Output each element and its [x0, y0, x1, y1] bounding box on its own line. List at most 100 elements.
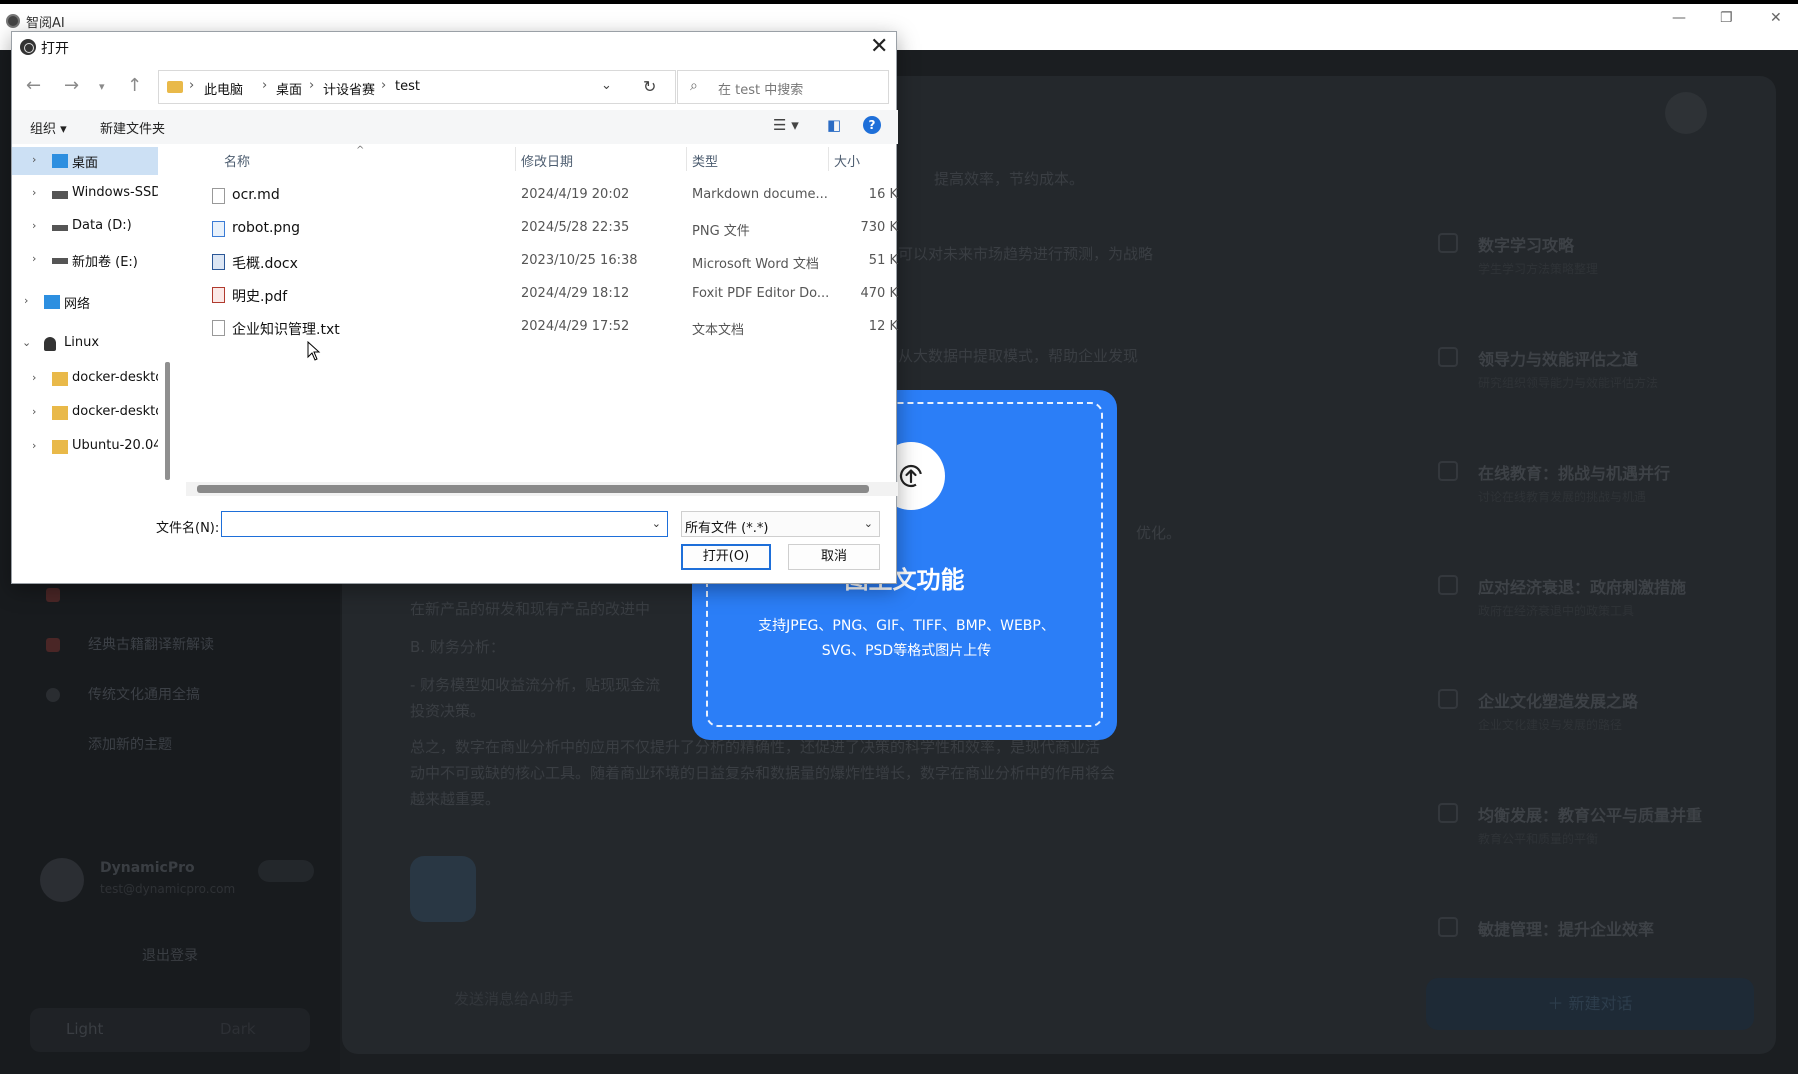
cancel-button[interactable]: 取消	[788, 544, 880, 570]
open-button[interactable]: 打开(O)	[681, 544, 771, 570]
chevron-down-icon[interactable]: ⌄	[652, 517, 661, 530]
folder-icon	[167, 81, 183, 93]
history-title: 均衡发展：教育公平与质量并重	[1478, 806, 1703, 825]
nav-item-data-d[interactable]: › Data (D:)	[12, 213, 158, 241]
nav-item-ubuntu[interactable]: › Ubuntu-20.04	[12, 433, 158, 461]
preview-pane-icon[interactable]: ◧	[827, 116, 841, 134]
nav-label: Ubuntu-20.04	[72, 438, 158, 453]
theme-light-option[interactable]: Light	[66, 1020, 103, 1038]
user-badge	[258, 860, 314, 882]
file-name: 毛概.docx	[232, 256, 298, 272]
filename-input[interactable]: ⌄	[221, 511, 668, 537]
nav-item-docker-desktop-data[interactable]: › docker-deskto	[12, 399, 158, 427]
linux-icon	[44, 337, 56, 351]
column-divider[interactable]	[828, 147, 829, 171]
column-header-name[interactable]: 名称	[224, 151, 250, 170]
file-row[interactable]: 毛概.docx 2023/10/25 16:38 Microsoft Word …	[172, 245, 898, 278]
sidebar-topic[interactable]: 传统文化通用全搞	[88, 684, 200, 704]
chevron-right-icon[interactable]: ›	[32, 405, 36, 418]
breadcrumb[interactable]: test	[395, 79, 420, 94]
horizontal-scrollbar-thumb[interactable]	[197, 485, 869, 493]
file-row[interactable]: robot.png 2024/5/28 22:35 PNG 文件 730 K	[172, 212, 898, 245]
file-date: 2024/5/28 22:35	[521, 220, 630, 235]
logout-button[interactable]: 退出登录	[142, 945, 198, 965]
close-icon[interactable]: ✕	[870, 34, 888, 60]
nav-item-windows-ssd[interactable]: › Windows-SSD	[12, 180, 158, 208]
history-item[interactable]: 均衡发展：教育公平与质量并重 教育公平和质量的平衡	[1438, 750, 1758, 850]
new-chat-button[interactable]: ＋ 新建对话	[1426, 978, 1754, 1030]
user-email: test@dynamicpro.com	[100, 882, 236, 896]
breadcrumb[interactable]: 此电脑	[204, 79, 243, 98]
history-subtitle: 教育公平和质量的平衡	[1478, 832, 1599, 846]
search-input[interactable]: ⌕ 在 test 中搜索	[677, 70, 889, 104]
history-checkbox[interactable]	[1438, 347, 1458, 367]
file-row[interactable]: 明史.pdf 2024/4/29 18:12 Foxit PDF Editor …	[172, 278, 898, 311]
file-row[interactable]: 企业知识管理.txt 2024/4/29 17:52 文本文档 12 K	[172, 311, 898, 344]
chat-input[interactable]: 发送消息给AI助手	[454, 988, 574, 1009]
history-item[interactable]: 领导力与效能评估之道 研究组织领导能力与效能评估方法	[1438, 294, 1758, 394]
chevron-down-icon[interactable]: ⌄	[22, 336, 31, 349]
restore-button[interactable]: ❐	[1720, 10, 1733, 26]
close-app-button[interactable]: ✕	[1770, 10, 1782, 26]
nav-item-network[interactable]: › 网络	[12, 288, 158, 316]
nav-scrollbar[interactable]	[165, 362, 170, 480]
history-item[interactable]: 在线教育：挑战与机遇并行 讨论在线教育发展的挑战与机遇	[1438, 408, 1758, 508]
minimize-button[interactable]: —	[1672, 10, 1686, 26]
history-checkbox[interactable]	[1438, 803, 1458, 823]
sidebar-topic[interactable]: 经典古籍翻译新解读	[88, 634, 214, 654]
new-folder-button[interactable]: 新建文件夹	[100, 118, 165, 137]
file-row[interactable]: ocr.md 2024/4/19 20:02 Markdown docume..…	[172, 179, 898, 212]
history-checkbox[interactable]	[1438, 917, 1458, 937]
up-arrow-icon[interactable]: ↑	[127, 75, 142, 96]
column-header-date[interactable]: 修改日期	[521, 151, 573, 170]
forward-arrow-icon[interactable]: →	[64, 75, 79, 96]
chevron-right-icon[interactable]: ›	[32, 371, 36, 384]
history-item[interactable]: 数字学习攻略 学生学习方法策略整理	[1438, 180, 1758, 280]
theme-toggle[interactable]: Light Dark	[30, 1008, 310, 1052]
chevron-right-icon[interactable]: ›	[32, 219, 36, 232]
nav-label: Data (D:)	[72, 218, 132, 233]
drive-icon	[52, 258, 68, 264]
history-checkbox[interactable]	[1438, 461, 1458, 481]
file-type-filter[interactable]: 所有文件 (*.*) ⌄	[681, 511, 880, 537]
nav-item-desktop[interactable]: › 桌面	[12, 147, 158, 175]
nav-label: Linux	[64, 335, 100, 350]
back-arrow-icon[interactable]: ←	[26, 75, 41, 96]
history-checkbox[interactable]	[1438, 575, 1458, 595]
chevron-right-icon[interactable]: ›	[32, 153, 36, 166]
organize-menu[interactable]: 组织 ▾	[30, 118, 67, 137]
history-item[interactable]: 应对经济衰退：政府刺激措施 政府在经济衰退中的政策工具	[1438, 522, 1758, 622]
column-divider[interactable]	[515, 147, 516, 171]
add-topic-link[interactable]: 添加新的主题	[88, 734, 172, 754]
nav-item-new-volume-e[interactable]: › 新加卷 (E:)	[12, 246, 158, 274]
chat-text: 投资决策。	[410, 702, 486, 720]
theme-dark-option[interactable]: Dark	[220, 1020, 256, 1038]
chevron-down-icon[interactable]: ⌄	[601, 78, 612, 93]
refresh-icon[interactable]: ↻	[643, 77, 656, 96]
history-item[interactable]: 敏捷管理：提升企业效率	[1438, 864, 1758, 964]
address-bar[interactable]: › 此电脑 › 桌面 › 计设省赛 › test ⌄ ↻	[158, 70, 676, 104]
chevron-right-icon[interactable]: ›	[32, 186, 36, 199]
history-title: 敏捷管理：提升企业效率	[1478, 920, 1655, 939]
chevron-right-icon[interactable]: ›	[24, 294, 28, 307]
png-file-icon	[212, 221, 225, 237]
view-options-icon[interactable]: ☰ ▾	[773, 116, 799, 134]
chevron-right-icon[interactable]: ›	[32, 439, 36, 452]
breadcrumb[interactable]: 计设省赛	[323, 79, 375, 98]
breadcrumb[interactable]: 桌面	[276, 79, 302, 98]
chevron-down-icon[interactable]: ▾	[99, 80, 105, 93]
column-divider[interactable]	[686, 147, 687, 171]
top-avatar[interactable]	[1665, 92, 1707, 134]
nav-item-docker-desktop[interactable]: › docker-deskto	[12, 365, 158, 393]
history-title: 领导力与效能评估之道	[1478, 350, 1639, 369]
help-icon[interactable]: ?	[863, 116, 881, 134]
history-checkbox[interactable]	[1438, 689, 1458, 709]
app-logo-icon	[20, 39, 36, 55]
column-header-type[interactable]: 类型	[692, 151, 718, 170]
nav-item-linux[interactable]: ⌄ Linux	[12, 330, 158, 358]
file-date: 2024/4/29 18:12	[521, 286, 630, 301]
history-item[interactable]: 企业文化塑造发展之路 企业文化建设与发展的路径	[1438, 636, 1758, 736]
history-checkbox[interactable]	[1438, 233, 1458, 253]
chevron-right-icon[interactable]: ›	[32, 252, 36, 265]
column-header-size[interactable]: 大小	[834, 151, 860, 170]
